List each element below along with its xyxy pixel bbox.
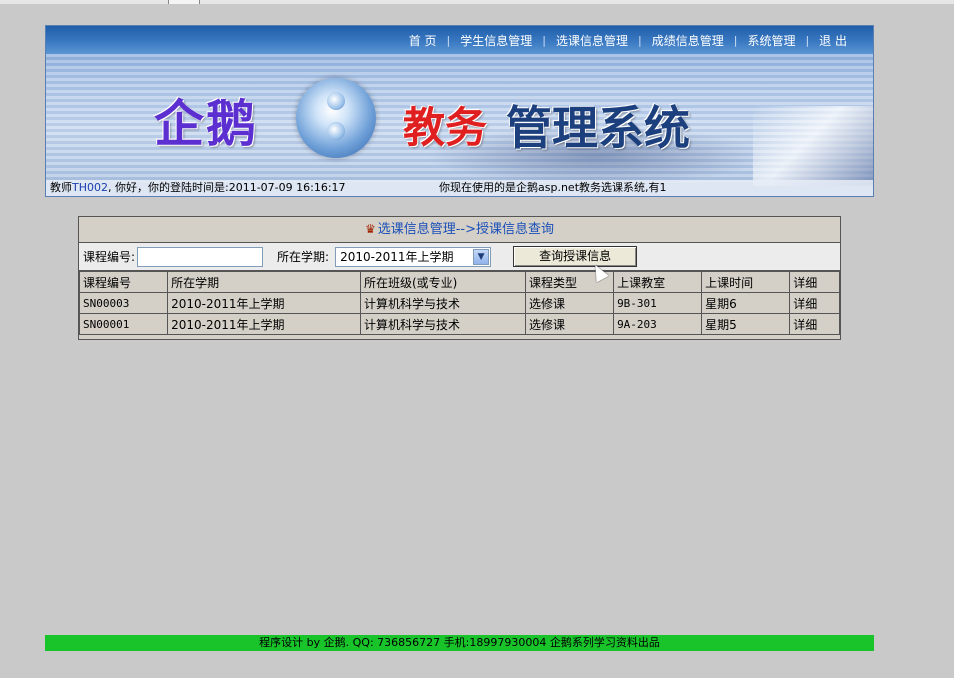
chevron-down-icon[interactable]: ▼ (473, 248, 490, 265)
globe-logo-icon (296, 78, 376, 158)
col-class-time: 上课时间 (701, 271, 791, 293)
marquee-text: 你现在使用的是企鹅asp.net教务选课系统,有1 (439, 181, 667, 194)
cell-course-number: SN00003 (78, 292, 169, 314)
nav-system[interactable]: 系统管理 (741, 32, 801, 49)
table-row: SN00001 2010-2011年上学期 计算机科学与技术 选修课 9A-20… (78, 313, 840, 335)
cell-class-time: 星期6 (701, 292, 791, 314)
course-number-label: 课程编号: (83, 250, 136, 264)
cell-course-type: 选修课 (524, 313, 615, 335)
nav-separator: | (542, 33, 546, 47)
system-title-red: 教务 (403, 103, 488, 152)
col-detail: 详细 (789, 271, 840, 293)
nav-logout[interactable]: 退 出 (813, 32, 853, 49)
cell-class: 计算机科学与技术 (359, 292, 526, 314)
logo-text: 企鹅 (154, 94, 258, 153)
nav-separator: | (805, 33, 810, 47)
nav-home[interactable]: 首 页 (403, 32, 443, 49)
table-header-row: 课程编号 所在学期 所在班级(或专业) 课程类型 上课教室 上课时间 详细 (78, 271, 840, 293)
term-label: 所在学期: (277, 250, 330, 264)
nav-course-selection[interactable]: 选课信息管理 (550, 32, 634, 49)
top-nav: 首 页 | 学生信息管理 | 选课信息管理 | 成绩信息管理 | 系统管理 | … (46, 26, 873, 54)
query-teaching-info-button[interactable]: 查询授课信息 (513, 246, 638, 267)
cell-term: 2010-2011年上学期 (167, 313, 361, 335)
col-classroom: 上课教室 (613, 271, 703, 293)
col-term: 所在学期 (167, 271, 361, 293)
login-time-text: , 你好，你的登陆时间是:2011-07-09 16:16:17 (108, 181, 346, 194)
welcome-text: 教师TH002, 你好，你的登陆时间是:2011-07-09 16:16:17 (50, 180, 346, 196)
system-title-blue: 管理系统 (506, 101, 690, 155)
panel-title: ♛ 选课信息管理-->授课信息查询 (79, 217, 840, 243)
cell-classroom: 9B-301 (613, 292, 703, 314)
window-top-strip (0, 0, 954, 4)
detail-link[interactable]: 详细 (789, 313, 840, 335)
nav-grades[interactable]: 成绩信息管理 (646, 32, 730, 49)
search-row: 课程编号: 所在学期: 2010-2011年上学期 ▼ 查询授课信息 (79, 243, 840, 271)
teacher-prefix: 教师 (50, 181, 72, 194)
banner-decoration-right (753, 106, 873, 186)
footer-credits: 程序设计 by 企鹅. QQ: 736856727 手机:18997930004… (45, 635, 874, 651)
term-select-value: 2010-2011年上学期 (340, 250, 454, 264)
nav-separator: | (446, 33, 451, 47)
table-row: SN00003 2010-2011年上学期 计算机科学与技术 选修课 9B-30… (78, 292, 840, 314)
panel-title-text: 选课信息管理-->授课信息查询 (377, 222, 555, 237)
login-status-bar: 教师TH002, 你好，你的登陆时间是:2011-07-09 16:16:17 … (46, 180, 873, 196)
teacher-id: TH002 (72, 181, 108, 194)
book-icon: ♛ (364, 222, 376, 236)
header-banner: 首 页 | 学生信息管理 | 选课信息管理 | 成绩信息管理 | 系统管理 | … (45, 25, 874, 197)
course-number-input[interactable] (137, 246, 264, 267)
nav-student-info[interactable]: 学生信息管理 (454, 32, 538, 49)
nav-separator: | (637, 33, 642, 47)
teaching-info-query-panel: ♛ 选课信息管理-->授课信息查询 课程编号: 所在学期: 2010-2011年上… (78, 216, 841, 340)
col-class: 所在班级(或专业) (359, 271, 526, 293)
cell-class: 计算机科学与技术 (359, 313, 526, 335)
cell-course-type: 选修课 (524, 292, 615, 314)
cell-classroom: 9A-203 (613, 313, 703, 335)
teaching-info-table: 课程编号 所在学期 所在班级(或专业) 课程类型 上课教室 上课时间 详细 SN… (78, 271, 840, 335)
detail-link[interactable]: 详细 (789, 292, 840, 314)
cell-term: 2010-2011年上学期 (167, 292, 361, 314)
cell-class-time: 星期5 (701, 313, 791, 335)
cell-course-number: SN00001 (78, 313, 169, 335)
nav-separator: | (733, 33, 738, 47)
col-course-number: 课程编号 (78, 271, 169, 293)
term-select[interactable]: 2010-2011年上学期 ▼ (335, 246, 492, 267)
window-tab-edge (168, 0, 200, 4)
